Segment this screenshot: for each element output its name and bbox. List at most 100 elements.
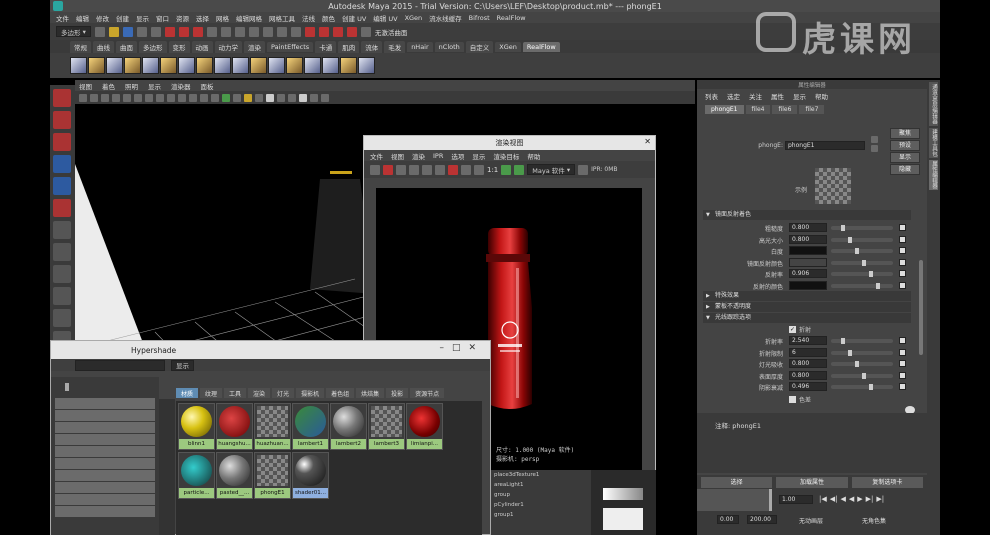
render-menu-item[interactable]: 帮助: [527, 151, 540, 161]
shelf-tool-icon[interactable]: [322, 57, 339, 74]
shelf-tab[interactable]: 曲面: [116, 40, 137, 53]
select-by-surface-icon[interactable]: [248, 26, 259, 37]
slider-handle[interactable]: [841, 338, 845, 344]
menu-item[interactable]: 编辑网格: [236, 13, 262, 23]
move-tool-icon[interactable]: [53, 155, 71, 173]
attribute-value-field[interactable]: 0.906: [789, 269, 827, 278]
viewport-menu-item[interactable]: 着色: [102, 81, 115, 91]
shelf-tab[interactable]: 肌肉: [338, 40, 360, 53]
ratio-label[interactable]: 1:1: [487, 166, 498, 174]
attribute-slider[interactable]: [831, 248, 893, 254]
color-swatch[interactable]: [789, 257, 827, 267]
attribute-slider[interactable]: [831, 236, 893, 243]
new-scene-icon[interactable]: [94, 26, 105, 37]
attribute-value-field[interactable]: 0.800: [789, 370, 827, 380]
menu-item[interactable]: 资源: [176, 13, 189, 23]
menu-item[interactable]: XGen: [405, 14, 423, 22]
section-raytrace-options[interactable]: ▼ 光线跟踪选项: [703, 313, 911, 323]
material-swatch[interactable]: limianpi...: [406, 403, 443, 450]
select-button[interactable]: 选择: [701, 476, 773, 488]
select-by-render-icon[interactable]: [290, 26, 301, 37]
section-special-effects[interactable]: ▶ 特殊效果: [703, 291, 911, 301]
menu-item[interactable]: Bifrost: [469, 14, 490, 22]
shelf-tool-icon[interactable]: [106, 57, 123, 74]
shelf-tab[interactable]: 变形: [168, 40, 190, 53]
show-button[interactable]: 显示: [890, 152, 920, 163]
shelf-tab[interactable]: 自定义: [465, 40, 494, 53]
map-button-icon[interactable]: [899, 281, 906, 289]
map-button-icon[interactable]: [899, 224, 906, 231]
render-settings-icon[interactable]: [435, 164, 445, 175]
shelf-tab[interactable]: 曲线: [93, 40, 114, 53]
menu-item[interactable]: 显示: [136, 13, 149, 23]
shelf-tool-icon[interactable]: [358, 57, 375, 74]
window-controls-icon[interactable]: –□✕: [439, 343, 484, 353]
slider-handle[interactable]: [841, 225, 845, 231]
image-plane-icon[interactable]: [112, 93, 120, 102]
presets-button[interactable]: 预设: [890, 140, 920, 151]
hypershade-tab[interactable]: 摄影机: [296, 388, 325, 398]
material-swatch[interactable]: pasted__...: [216, 452, 253, 499]
lasso-tool-icon[interactable]: [53, 111, 71, 129]
snap-curve-icon[interactable]: [318, 26, 329, 37]
menu-item[interactable]: 流水线缓存: [429, 13, 462, 23]
outliner-item[interactable]: areaLight1: [494, 480, 591, 490]
hypershade-titlebar[interactable]: Hypershade –□✕: [51, 341, 490, 359]
node-name-field[interactable]: phongE1: [785, 141, 865, 150]
menu-item[interactable]: 编辑: [76, 13, 89, 23]
renderer-dropdown[interactable]: Maya 软件 ▾: [527, 164, 576, 175]
bookmark-icon[interactable]: [101, 93, 109, 102]
xray-icon[interactable]: [310, 93, 318, 102]
map-button-icon[interactable]: [899, 371, 906, 379]
hypershade-tab[interactable]: 灯光: [272, 388, 295, 398]
slider-handle[interactable]: [862, 259, 866, 266]
select-by-deformation-icon[interactable]: [262, 26, 273, 37]
paint-select-tool-icon[interactable]: [53, 133, 71, 151]
shelf-tool-icon[interactable]: [286, 57, 303, 74]
step-back-icon[interactable]: ◀: [841, 495, 846, 503]
play-back-icon[interactable]: ◀: [849, 495, 854, 503]
safe-action-icon[interactable]: [178, 93, 186, 102]
attribute-slider[interactable]: [831, 282, 893, 289]
shelf-tab[interactable]: nHair: [407, 41, 433, 52]
redo-render-icon[interactable]: [370, 164, 380, 175]
slider-handle[interactable]: [855, 248, 859, 254]
map-button-icon[interactable]: [899, 270, 906, 277]
ipr-render-icon[interactable]: [409, 164, 419, 175]
persp-graph-layout-icon[interactable]: [53, 287, 71, 305]
refractions-checkbox[interactable]: ✓ 折射: [789, 325, 811, 334]
modeling-toolkit-tab[interactable]: 建模工具包: [929, 128, 938, 158]
ae-node-tab[interactable]: phongE1: [705, 105, 744, 114]
ambient-occlusion-icon[interactable]: [266, 93, 274, 102]
render-view-titlebar[interactable]: 渲染视图 ✕: [364, 136, 655, 150]
create-panel-slider[interactable]: [51, 377, 159, 397]
outliner-item[interactable]: group1: [494, 510, 591, 520]
ae-menu-item[interactable]: 列表: [705, 91, 718, 101]
create-list-item[interactable]: [55, 410, 155, 421]
remove-image-icon[interactable]: [514, 164, 525, 175]
material-swatch[interactable]: huangshu...: [216, 403, 253, 450]
menu-item[interactable]: 颜色: [322, 13, 335, 23]
shelf-tool-icon[interactable]: [304, 57, 321, 74]
range-start-field[interactable]: 0.00: [717, 515, 739, 524]
hypershade-tab[interactable]: 工具: [224, 388, 247, 398]
shelf-tab[interactable]: 流体: [361, 40, 383, 53]
section-specular-shading[interactable]: ▼ 镜面反射着色: [703, 210, 911, 220]
menu-item[interactable]: RealFlow: [497, 14, 526, 22]
shelf-tool-icon[interactable]: [340, 57, 357, 74]
shadows-icon[interactable]: [255, 93, 263, 102]
outliner-item[interactable]: place3dTexture1: [494, 470, 591, 480]
color-swatch[interactable]: [789, 280, 827, 290]
render-menu-item[interactable]: 选项: [451, 151, 464, 161]
create-list-item[interactable]: [55, 482, 155, 493]
viewport-menu-item[interactable]: 面板: [201, 81, 214, 91]
channel-box-tab[interactable]: 通道盒/层编辑器: [929, 82, 938, 126]
attribute-slider[interactable]: [831, 361, 893, 367]
shelf-tool-icon[interactable]: [142, 57, 159, 74]
current-time-field[interactable]: 1.00: [779, 495, 813, 504]
menu-item[interactable]: 法线: [302, 13, 315, 23]
go-to-start-icon[interactable]: |◀: [819, 495, 827, 503]
load-attributes-button[interactable]: 加载属性: [776, 476, 848, 488]
hypershade-tab[interactable]: 烘焙集: [356, 388, 385, 398]
shelf-tab[interactable]: nCloth: [434, 41, 464, 52]
